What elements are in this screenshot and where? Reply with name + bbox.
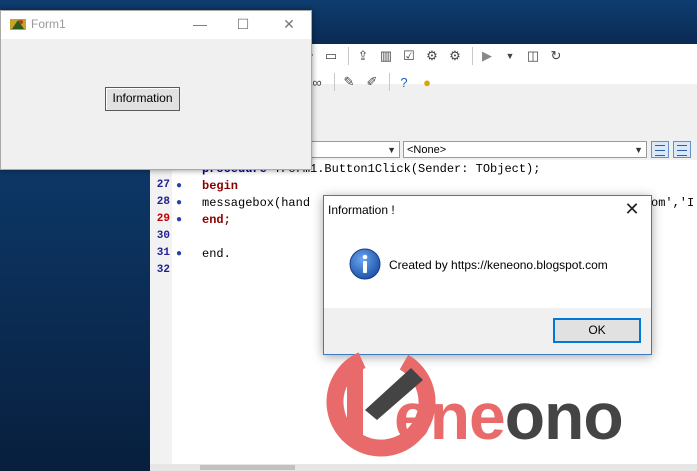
checklist-icon[interactable]: ☑ bbox=[399, 46, 419, 66]
open-project-icon[interactable]: ⇪ bbox=[353, 46, 373, 66]
maximize-icon[interactable]: ☐ bbox=[234, 16, 252, 32]
executable-line-marker: ● bbox=[176, 197, 183, 208]
save-project-icon[interactable]: ▥ bbox=[376, 46, 396, 66]
tip-bulb-icon[interactable]: ● bbox=[417, 72, 437, 92]
delphi-app-icon bbox=[10, 19, 26, 30]
line-number: 31 bbox=[156, 247, 170, 259]
chevron-down-icon: ▼ bbox=[387, 145, 396, 155]
pause-icon[interactable]: ◫ bbox=[523, 46, 543, 66]
chevron-down-icon: ▼ bbox=[634, 145, 643, 155]
help-icon[interactable]: ? bbox=[394, 72, 414, 92]
toolbar-separator bbox=[334, 73, 335, 91]
desktop-background-lower bbox=[0, 170, 150, 471]
toolbar-separator bbox=[348, 47, 349, 65]
code-text: end. bbox=[202, 247, 231, 261]
information-dialog: Information ! ✕ Created by https://keneo… bbox=[323, 195, 652, 355]
class-combobox[interactable]: ▼ bbox=[304, 141, 400, 158]
dialog-title: Information ! bbox=[328, 203, 395, 217]
dialog-message: Created by https://keneono.blogspot.com bbox=[389, 258, 608, 272]
line-number: 32 bbox=[156, 264, 170, 276]
information-button[interactable]: Information bbox=[105, 87, 180, 111]
line-number: 30 bbox=[156, 230, 170, 242]
tools-icon[interactable]: ✐ bbox=[362, 72, 382, 92]
build-icon[interactable]: ⚙ bbox=[445, 46, 465, 66]
code-line: end; bbox=[202, 213, 231, 227]
toolbar-separator bbox=[472, 47, 473, 65]
toolbar-separator bbox=[389, 73, 390, 91]
code-line: messagebox(hand bbox=[202, 196, 310, 210]
align-full-button[interactable] bbox=[673, 141, 691, 158]
brush-icon[interactable]: ✎ bbox=[339, 72, 359, 92]
method-combobox-value: <None> bbox=[407, 144, 447, 156]
minimize-icon[interactable]: — bbox=[191, 16, 209, 32]
editor-horizontal-scrollbar[interactable] bbox=[150, 464, 697, 471]
run-icon[interactable]: ▶ bbox=[477, 46, 497, 66]
watermark-text-dark: ono bbox=[504, 379, 624, 453]
close-icon[interactable]: ✕ bbox=[621, 198, 643, 220]
form1-titlebar[interactable]: Form1 — ☐ ✕ bbox=[1, 11, 311, 39]
line-number: 27 bbox=[156, 179, 170, 191]
executable-line-marker: ● bbox=[176, 214, 183, 225]
align-left-button[interactable] bbox=[651, 141, 669, 158]
watermark-text-accent: ene bbox=[394, 379, 506, 453]
line-number: 28 bbox=[156, 196, 170, 208]
comment-icon[interactable]: ▭ bbox=[321, 46, 341, 66]
code-line: begin bbox=[202, 179, 238, 193]
code-keyword: begin bbox=[202, 179, 239, 193]
code-line-tail: om','I bbox=[651, 196, 695, 210]
information-icon bbox=[349, 248, 381, 280]
close-icon[interactable]: ✕ bbox=[280, 16, 298, 32]
step-icon[interactable]: ↻ bbox=[546, 46, 566, 66]
method-combobox[interactable]: <None> ▼ bbox=[403, 141, 647, 158]
line-number-error: 29 bbox=[156, 213, 170, 225]
scrollbar-thumb[interactable] bbox=[200, 465, 295, 470]
executable-line-marker: ● bbox=[176, 180, 183, 191]
executable-line-marker: ● bbox=[176, 248, 183, 259]
code-line: end. bbox=[202, 247, 231, 261]
compile-icon[interactable]: ⚙ bbox=[422, 46, 442, 66]
form1-window: Form1 — ☐ ✕ Information bbox=[0, 10, 312, 170]
code-text: messagebox(hand bbox=[202, 196, 311, 210]
run-dropdown-icon[interactable]: ▼ bbox=[500, 46, 520, 66]
form1-title: Form1 bbox=[31, 17, 66, 31]
ok-button[interactable]: OK bbox=[553, 318, 641, 343]
keneono-watermark-text: eneono bbox=[394, 383, 624, 449]
code-keyword: end; bbox=[202, 213, 231, 227]
